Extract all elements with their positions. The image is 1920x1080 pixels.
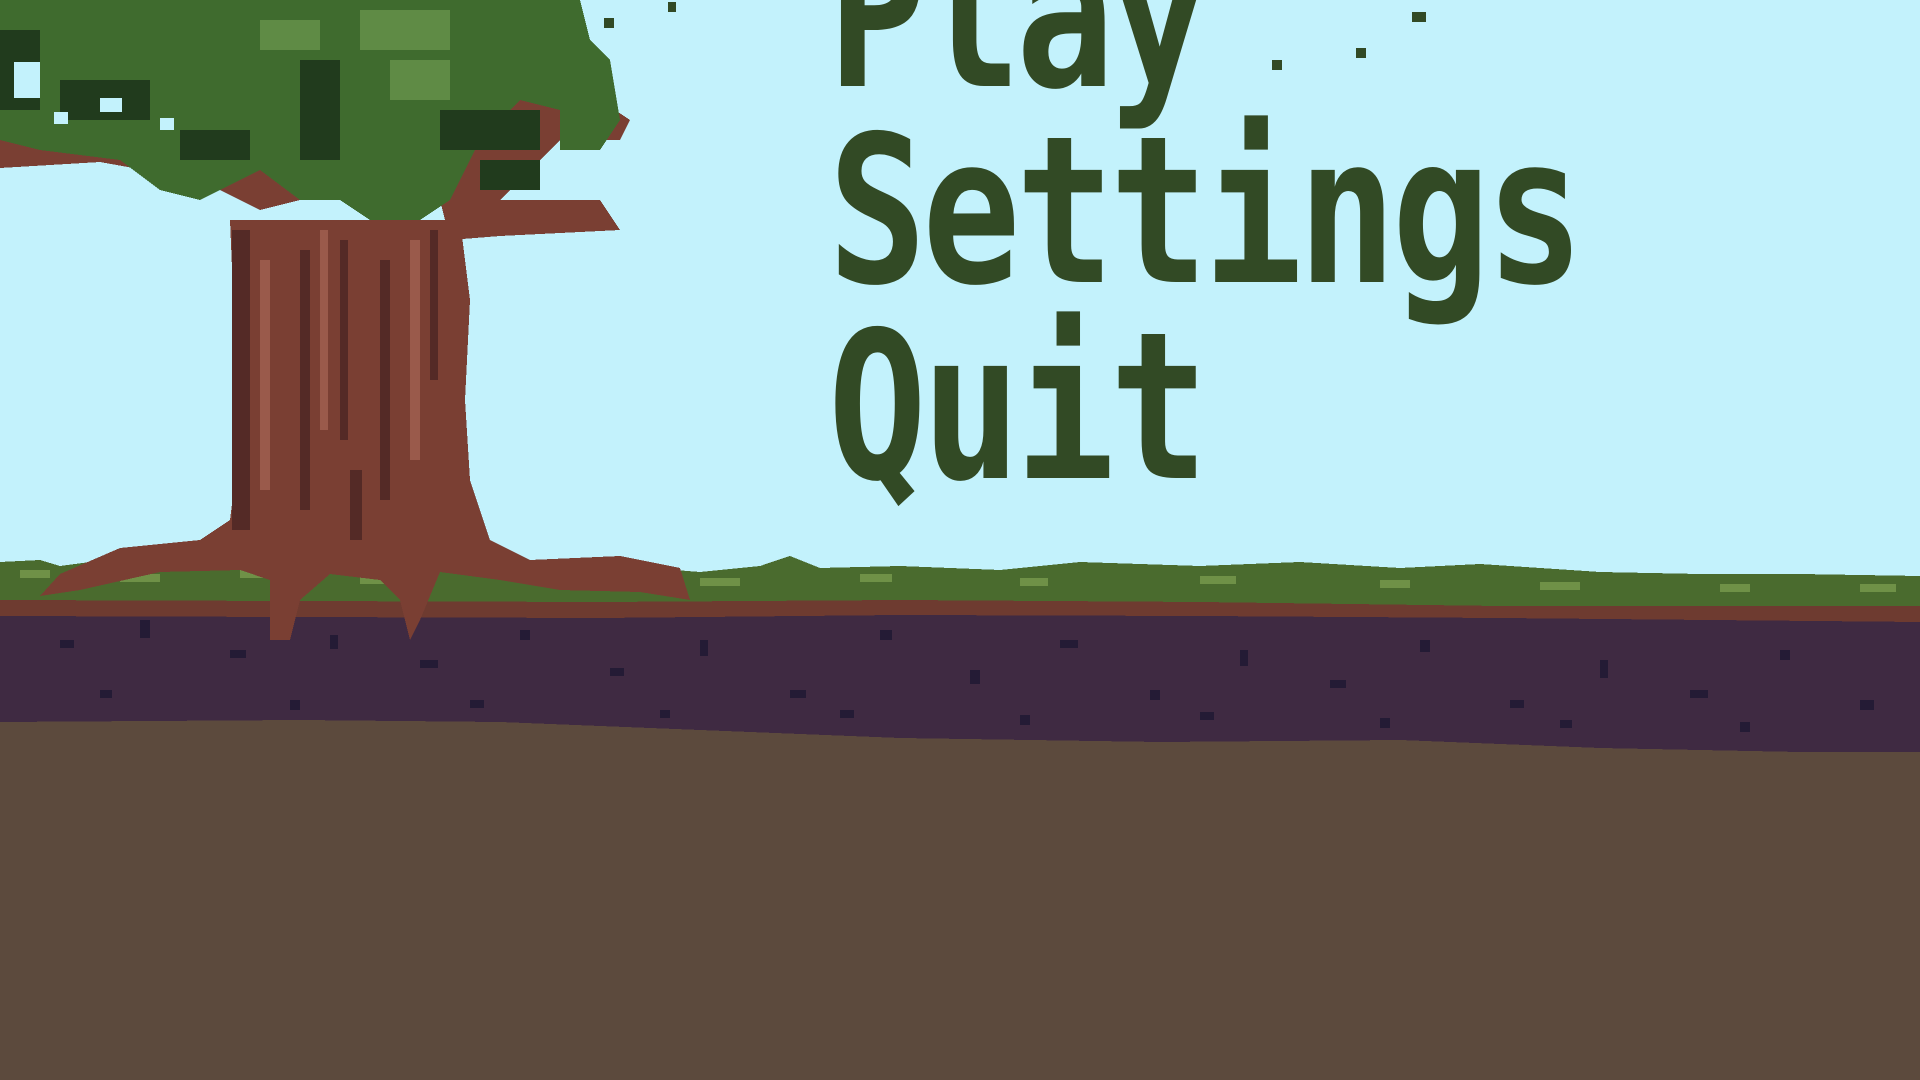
underground bbox=[0, 700, 1920, 1080]
quit-button[interactable]: Quit bbox=[828, 306, 1209, 511]
settings-button[interactable]: Settings bbox=[828, 110, 1584, 315]
